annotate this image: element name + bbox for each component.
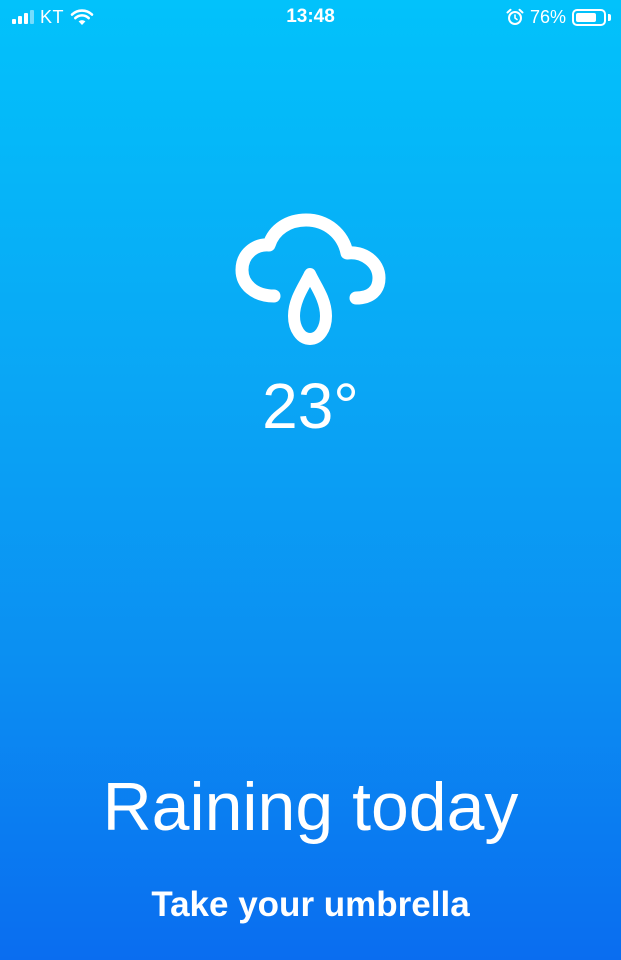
alarm-icon [506,8,524,25]
weather-advice: Take your umbrella [151,885,470,924]
battery-percent: 76% [529,7,566,27]
battery-level-fill [576,12,596,22]
battery-icon [572,8,606,26]
battery-tip [608,13,611,21]
temperature: 23° [262,370,359,442]
status-bar: KT 13:48 76% [0,0,621,36]
status-right: 76% [506,6,611,28]
weather-headline: Raining today [102,769,519,845]
cloud-rain-icon [235,213,386,345]
weather-screen: KT 13:48 76% 23° Raining today Take your… [0,0,621,960]
